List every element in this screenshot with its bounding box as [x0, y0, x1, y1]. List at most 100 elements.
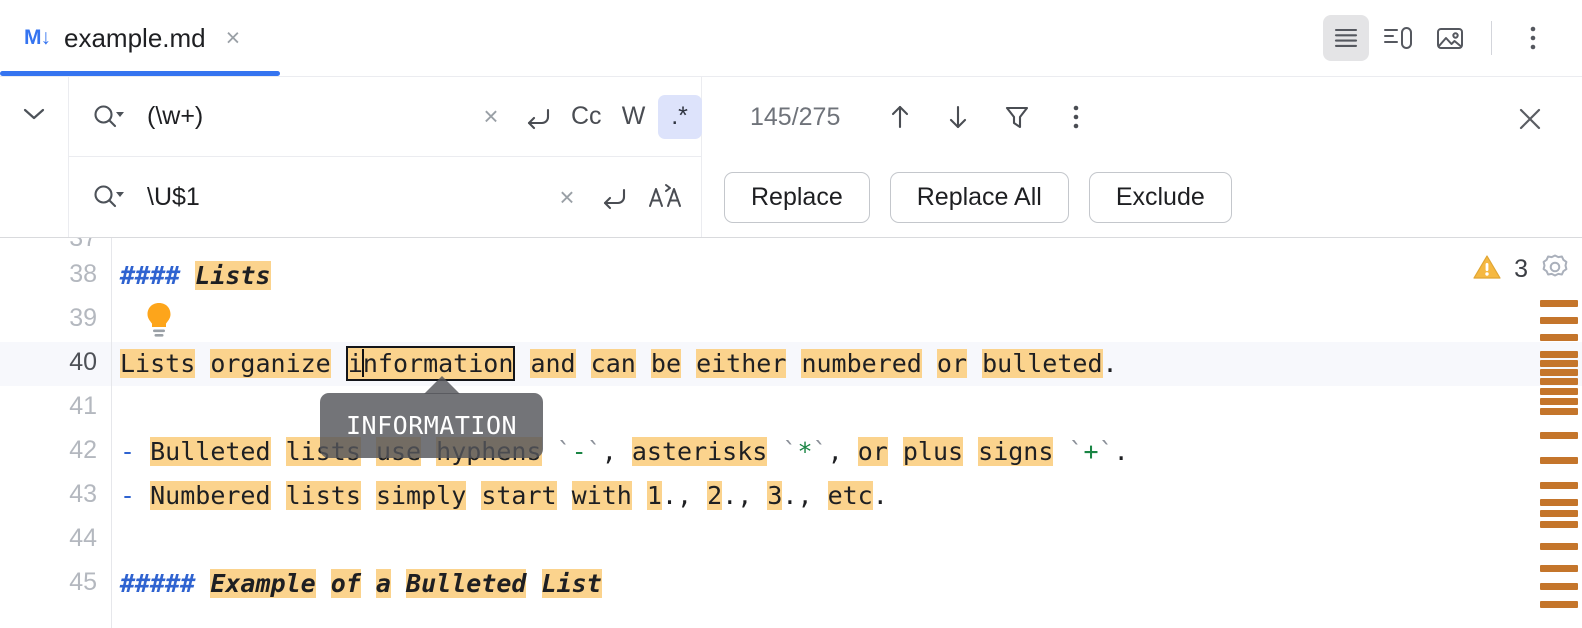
backtick: ` [812, 437, 828, 466]
search-input[interactable] [147, 102, 469, 131]
replacement-preview-tooltip: INFORMATION [320, 376, 544, 458]
tooltip-text: INFORMATION [346, 411, 518, 440]
find-panel-right: 145/275 Replace Replace All Exclude [702, 77, 1582, 237]
code-line-43: - Numbered lists simply start with 1., 2… [120, 481, 888, 510]
find-replace-panel: × Cc W .* × [0, 76, 1582, 238]
line-number: 37 [69, 238, 97, 252]
line-number: 42 [69, 436, 97, 464]
split-view-icon[interactable] [1375, 15, 1421, 61]
exclude-button[interactable]: Exclude [1088, 171, 1232, 223]
line-number: 45 [69, 568, 97, 596]
match-highlight: lists [285, 481, 361, 510]
line-number: 44 [69, 524, 97, 552]
close-find-panel-icon[interactable] [1508, 97, 1552, 141]
match-highlight: simply [375, 481, 467, 510]
search-icon[interactable] [91, 103, 125, 131]
line-number-current: 40 [69, 348, 97, 376]
tab-title: example.md [64, 22, 206, 53]
close-icon[interactable]: × [220, 24, 247, 53]
find-panel-collapse-toggle[interactable] [0, 77, 69, 237]
line-number: 43 [69, 480, 97, 508]
replace-history-icon[interactable] [591, 175, 637, 219]
backtick: ` [556, 437, 572, 466]
replace-input[interactable] [147, 182, 545, 212]
heading-marker: ##### [120, 569, 196, 598]
markdown-icon: M↓ [24, 26, 51, 49]
inline-code: * [797, 437, 813, 466]
search-history-icon[interactable] [515, 95, 561, 139]
match-highlight: signs [978, 437, 1054, 466]
code-line-38: #### Lists [120, 254, 271, 298]
code-content[interactable]: #### Lists Lists organize information an… [112, 238, 1582, 628]
line-number: 41 [69, 392, 97, 420]
match-highlight: Lists [120, 349, 196, 378]
match-text-after-caret: nformation [362, 349, 514, 378]
code-line-40: Lists organize information and can be ei… [120, 342, 1118, 386]
replace-button[interactable]: Replace [724, 171, 870, 223]
editor-view-icon[interactable] [1323, 15, 1369, 61]
replace-actions: × [545, 175, 701, 219]
filter-icon[interactable] [994, 95, 1040, 139]
code-line-42: - Bulleted lists use hyphens `-`, asteri… [120, 437, 1129, 466]
inline-code: - [571, 437, 587, 466]
gear-icon[interactable] [1540, 252, 1570, 287]
find-more-options-icon[interactable] [1054, 95, 1098, 139]
match-highlight: be [650, 349, 681, 378]
match-highlight: with [571, 481, 632, 510]
clear-replace-icon[interactable]: × [545, 175, 589, 219]
chevron-down-icon [20, 105, 48, 128]
match-highlight: Bulleted [406, 569, 527, 598]
list-bullet: - [120, 481, 136, 510]
match-highlight: Bulleted [150, 437, 271, 466]
match-highlight: 3 [767, 481, 783, 510]
match-highlight: Lists [195, 261, 271, 290]
line-punctuation: . [1102, 349, 1118, 378]
find-row: × Cc W .* [69, 77, 702, 157]
editor-tab-example-md[interactable]: M↓ example.md × [0, 0, 280, 76]
inspection-status[interactable]: 3 [1472, 252, 1570, 287]
replace-search-icon[interactable] [91, 183, 125, 211]
clear-search-icon[interactable]: × [469, 95, 513, 139]
regex-toggle[interactable]: .* [657, 94, 702, 139]
next-match-icon[interactable] [936, 95, 980, 139]
backtick: ` [782, 437, 798, 466]
more-options-icon[interactable] [1510, 15, 1556, 61]
match-highlight: etc [827, 481, 873, 510]
line-number: 39 [69, 304, 97, 332]
preview-image-icon[interactable] [1427, 15, 1473, 61]
backtick: ` [1068, 437, 1084, 466]
match-counter: 145/275 [750, 102, 841, 131]
match-highlight: can [590, 349, 636, 378]
find-replace-fields: × Cc W .* × [69, 77, 702, 237]
match-case-toggle[interactable]: Cc [563, 95, 610, 139]
previous-match-icon[interactable] [878, 95, 922, 139]
match-highlight: of [330, 569, 361, 598]
match-highlight: List [541, 569, 602, 598]
inline-code: + [1083, 437, 1099, 466]
warning-triangle-icon [1472, 253, 1502, 286]
match-highlight: Example [210, 569, 316, 598]
match-highlight: either [696, 349, 787, 378]
match-highlight: 2 [707, 481, 723, 510]
code-editor[interactable]: 37 38 39 40 41 42 43 44 45 #### Lists Li… [0, 238, 1582, 628]
line-number-gutter: 37 38 39 40 41 42 43 44 45 [0, 238, 112, 628]
match-highlight: or [857, 437, 888, 466]
heading-marker: #### [120, 261, 181, 290]
replace-all-button[interactable]: Replace All [889, 171, 1069, 223]
match-highlight: a [375, 569, 391, 598]
find-navigation: 145/275 [702, 77, 1582, 157]
whole-words-toggle[interactable]: W [612, 95, 656, 139]
preserve-case-toggle[interactable] [639, 175, 691, 219]
line-number: 38 [69, 260, 97, 288]
toolbar-divider [1491, 21, 1492, 55]
match-highlight: or [936, 349, 968, 378]
match-highlight: start [481, 481, 557, 510]
list-bullet: - [120, 437, 136, 466]
warning-count: 3 [1514, 255, 1528, 283]
match-highlight: plus [902, 437, 964, 466]
backtick: ` [1098, 437, 1114, 466]
match-highlight: 1 [646, 481, 662, 510]
tab-bar-actions [1323, 15, 1582, 61]
lightbulb-icon[interactable] [142, 300, 176, 340]
backtick: ` [586, 437, 602, 466]
